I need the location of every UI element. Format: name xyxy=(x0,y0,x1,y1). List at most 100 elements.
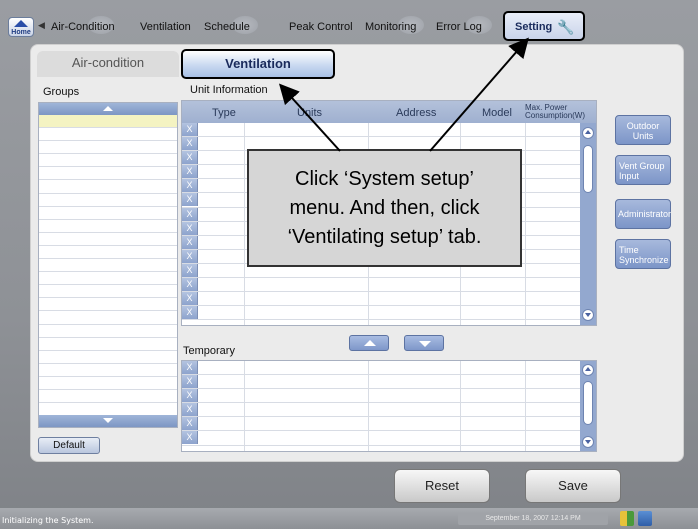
tab-peak-control[interactable]: Peak Control xyxy=(289,19,353,35)
table-row[interactable]: X xyxy=(182,403,596,418)
outdoor-units-button[interactable]: Outdoor Units xyxy=(615,115,671,145)
delete-row-button[interactable]: X xyxy=(182,389,198,403)
list-item[interactable] xyxy=(39,233,177,246)
list-item[interactable] xyxy=(39,377,177,390)
tab-setting[interactable]: Setting 🔧 xyxy=(503,11,585,41)
table-row[interactable]: X xyxy=(182,123,596,138)
temporary-table-scrollbar[interactable] xyxy=(580,361,596,451)
scroll-down-icon[interactable] xyxy=(582,436,594,448)
table-row[interactable]: X xyxy=(182,417,596,432)
back-arrow-icon[interactable]: ◀ xyxy=(38,20,45,31)
delete-row-button[interactable]: X xyxy=(182,235,198,249)
delete-row-button[interactable]: X xyxy=(182,431,198,445)
groups-scroll-down[interactable] xyxy=(39,415,177,427)
tab-error-log[interactable]: Error Log xyxy=(436,19,482,35)
delete-row-button[interactable]: X xyxy=(182,179,198,193)
delete-row-button[interactable]: X xyxy=(182,292,198,306)
delete-row-button[interactable]: X xyxy=(182,137,198,151)
table-row[interactable]: X xyxy=(182,431,596,446)
table-row[interactable]: X xyxy=(182,361,596,376)
list-item[interactable] xyxy=(39,115,177,129)
table-row[interactable]: X xyxy=(182,389,596,404)
network-icon[interactable] xyxy=(638,511,652,526)
list-item[interactable] xyxy=(39,154,177,168)
scroll-up-icon[interactable] xyxy=(582,364,594,376)
tab-air-condition[interactable]: Air-Condition xyxy=(51,19,115,35)
scroll-up-icon[interactable] xyxy=(582,127,594,139)
list-item[interactable] xyxy=(39,128,177,142)
list-item[interactable] xyxy=(39,259,177,273)
vent-group-input-button[interactable]: Vent Group Input xyxy=(615,155,671,185)
table-row[interactable]: X xyxy=(182,375,596,390)
list-item[interactable] xyxy=(39,298,177,312)
column-address: Address xyxy=(396,107,437,119)
delete-row-button[interactable]: X xyxy=(182,375,198,389)
table-row[interactable]: X xyxy=(182,306,596,321)
groups-list xyxy=(38,102,178,428)
scroll-thumb[interactable] xyxy=(583,381,593,425)
list-item[interactable] xyxy=(39,325,177,338)
reset-button[interactable]: Reset xyxy=(394,469,490,503)
list-item[interactable] xyxy=(39,167,177,181)
callout-line-1: Click ‘System setup’ xyxy=(295,168,474,190)
time-synchronize-button[interactable]: Time Synchronize xyxy=(615,239,671,269)
datetime-display: September 18, 2007 12:14 PM xyxy=(458,513,608,525)
unit-table-scrollbar[interactable] xyxy=(580,123,596,325)
system-tray-icon[interactable] xyxy=(620,511,634,526)
temporary-table: X X X X X X xyxy=(181,360,597,452)
list-item[interactable] xyxy=(39,220,177,233)
tab-ventilation[interactable]: Ventilation xyxy=(140,19,191,35)
scroll-thumb[interactable] xyxy=(583,145,593,193)
list-item[interactable] xyxy=(39,338,177,351)
delete-row-button[interactable]: X xyxy=(182,263,198,277)
callout-line-2: menu. And then, click xyxy=(289,197,480,219)
delete-row-button[interactable]: X xyxy=(182,123,198,136)
delete-row-button[interactable]: X xyxy=(182,165,198,179)
move-up-button[interactable] xyxy=(349,335,389,351)
delete-row-button[interactable]: X xyxy=(182,151,198,165)
table-header: Type Units Address Model Max. Power Cons… xyxy=(182,101,596,123)
top-navigation: Home ◀ Air-Condition Ventilation Schedul… xyxy=(0,0,698,42)
list-item[interactable] xyxy=(39,351,177,364)
save-button[interactable]: Save xyxy=(525,469,621,503)
table-row[interactable]: X xyxy=(182,278,596,293)
list-item[interactable] xyxy=(39,272,177,286)
list-item[interactable] xyxy=(39,285,177,299)
column-model: Model xyxy=(482,107,512,119)
delete-row-button[interactable]: X xyxy=(182,249,198,263)
status-text: Initializing the System. xyxy=(2,516,94,525)
tab-monitoring[interactable]: Monitoring xyxy=(365,19,416,35)
delete-row-button[interactable]: X xyxy=(182,193,198,207)
subtab-air-condition[interactable]: Air-condition xyxy=(37,51,179,77)
list-item[interactable] xyxy=(39,246,177,260)
delete-row-button[interactable]: X xyxy=(182,278,198,292)
default-button[interactable]: Default xyxy=(38,437,100,454)
move-down-button[interactable] xyxy=(404,335,444,351)
callout-line-3: ‘Ventilating setup’ tab. xyxy=(287,226,482,248)
scroll-down-icon[interactable] xyxy=(582,309,594,321)
home-button[interactable]: Home xyxy=(8,17,34,37)
list-item[interactable] xyxy=(39,390,177,404)
list-item[interactable] xyxy=(39,364,177,377)
delete-row-button[interactable]: X xyxy=(182,306,198,320)
delete-row-button[interactable]: X xyxy=(182,207,198,221)
delete-row-button[interactable]: X xyxy=(182,361,198,374)
subtab-ventilation[interactable]: Ventilation xyxy=(181,49,335,79)
tab-schedule[interactable]: Schedule xyxy=(204,19,250,35)
list-item[interactable] xyxy=(39,180,177,194)
column-units: Units xyxy=(297,107,323,119)
groups-scroll-up[interactable] xyxy=(39,103,177,115)
list-item[interactable] xyxy=(39,194,177,207)
list-item[interactable] xyxy=(39,311,177,325)
table-row[interactable]: X xyxy=(182,292,596,307)
delete-row-button[interactable]: X xyxy=(182,221,198,235)
temporary-title: Temporary xyxy=(183,345,235,357)
wrench-icon: 🔧 xyxy=(557,19,575,35)
list-item[interactable] xyxy=(39,141,177,155)
unit-information-title: Unit Information xyxy=(190,84,268,96)
list-item[interactable] xyxy=(39,207,177,220)
delete-row-button[interactable]: X xyxy=(182,403,198,417)
delete-row-button[interactable]: X xyxy=(182,417,198,431)
instruction-callout: Click ‘System setup’ menu. And then, cli… xyxy=(247,149,522,267)
administrator-button[interactable]: Administrator xyxy=(615,199,671,229)
